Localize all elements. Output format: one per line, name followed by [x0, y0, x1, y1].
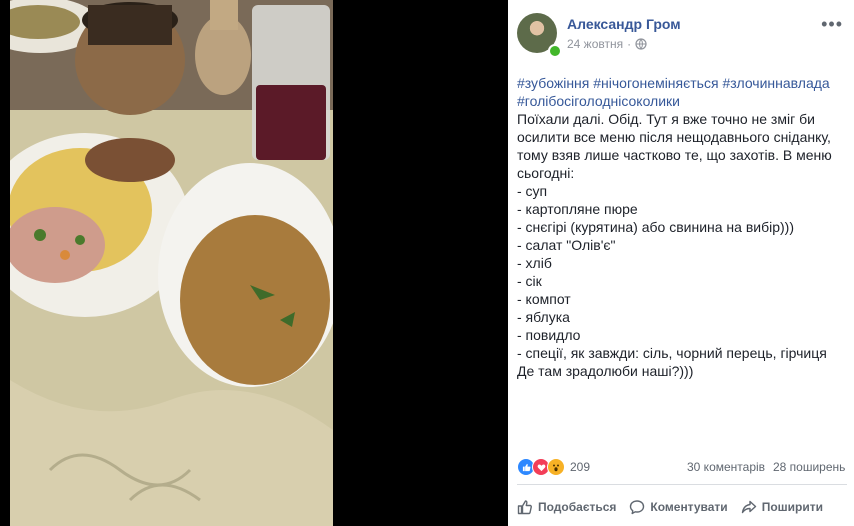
body-line: осилити все меню після нещодавнього снід… [517, 129, 831, 145]
divider [517, 484, 847, 485]
shares-count[interactable]: 28 поширень [773, 460, 845, 474]
body-line: - яблука [517, 309, 570, 325]
body-line: Поїхали далі. Обід. Тут я вже точно не з… [517, 111, 815, 127]
body-line: - спеції, як завжди: сіль, чорний перець… [517, 345, 827, 361]
share-arrow-icon [741, 500, 756, 514]
body-line: Де там зрадолюби наші?))) [517, 363, 694, 379]
body-line: - салат "Олів'є" [517, 237, 616, 253]
body-line: тому взяв лише частково те, що захотів. … [517, 147, 832, 163]
body-line: - снєгірі (курятина) або свинина на вибі… [517, 219, 794, 235]
reactions-summary[interactable]: 209 [517, 458, 590, 476]
body-line: - сік [517, 273, 542, 289]
body-line: - суп [517, 183, 548, 199]
like-button-label: Подобається [538, 500, 617, 514]
photo-viewer [0, 0, 508, 526]
comment-button-label: Коментувати [650, 500, 728, 514]
comments-count[interactable]: 30 коментарів [687, 460, 765, 474]
post-photo[interactable] [10, 0, 333, 526]
online-status-indicator [548, 44, 562, 58]
comment-button[interactable]: Коментувати [629, 494, 728, 520]
post-panel: Александр Гром 24 жовтня · ••• #зубожінн… [508, 0, 854, 526]
post-stats: 209 30 коментарів 28 поширень [517, 458, 847, 478]
body-line: - хліб [517, 255, 552, 271]
more-options-icon[interactable]: ••• [821, 15, 843, 33]
body-line: - повидло [517, 327, 581, 343]
globe-icon[interactable] [635, 38, 647, 50]
like-button[interactable]: Подобається [517, 494, 616, 520]
share-button-label: Поширити [761, 500, 823, 514]
comment-bubble-icon [630, 500, 645, 515]
post-header: Александр Гром 24 жовтня · ••• [517, 13, 847, 58]
body-line: - компот [517, 291, 571, 307]
wow-reaction-icon [547, 458, 565, 476]
hashtags-line-1[interactable]: #зубожіння #нічогонеміняється #злочиннав… [517, 74, 847, 92]
author-name[interactable]: Александр Гром [567, 16, 681, 32]
post-meta: 24 жовтня · [567, 37, 647, 51]
thumbs-up-icon [517, 500, 532, 515]
post-text: #зубожіння #нічогонеміняється #злочиннав… [517, 74, 847, 380]
post-date[interactable]: 24 жовтня [567, 37, 623, 51]
hashtags-line-2[interactable]: #голібосіголоднісоколики [517, 92, 847, 110]
body-line: - картопляне пюре [517, 201, 638, 217]
share-button[interactable]: Поширити [741, 494, 823, 520]
post-actions: Подобається Коментувати Поширити [517, 494, 852, 520]
body-line: сьогодні: [517, 165, 575, 181]
reaction-count: 209 [570, 460, 591, 474]
